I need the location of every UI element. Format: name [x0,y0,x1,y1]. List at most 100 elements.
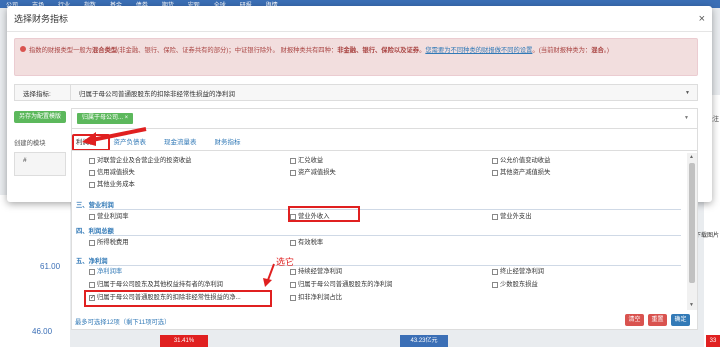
footer-buttons: 清空 重置 确定 [625,314,690,326]
checkbox-label: 公允价值变动收益 [500,157,551,164]
indicator-panel: 归属于母公司... × ▼ 利润表 资产负债表 现金流量表 财务指标 对联营企业… [71,108,698,330]
info-alert: 指数的财报类型一般为混合类型(非金融、银行、保险、证券共有的部分)；中证银行除外… [14,38,698,76]
checkbox[interactable] [492,269,498,275]
checkbox-label: 资产减值损失 [298,169,336,176]
checkbox-label: 营业利润率 [97,213,129,220]
alert-text: 非金融、银行、保险以及证券 [337,47,420,54]
checkbox[interactable] [492,158,498,164]
checkbox-item[interactable]: 净利润率 [89,267,122,277]
checkbox-item[interactable]: 终止经营净利润 [492,267,544,277]
checkbox[interactable] [290,240,296,246]
selection-limit-hint: 最多可选择12项（剩下11项可选） [75,319,171,326]
chart-bar-label: 43.23亿元 [400,335,448,347]
section-divider [89,265,681,266]
checkbox[interactable] [89,170,95,176]
checkbox[interactable] [492,214,498,220]
checkbox-label: 归属于母公司股东及其他权益持有者的净利润 [97,281,223,288]
checkbox[interactable] [89,240,95,246]
tab-cash-flow[interactable]: 现金流量表 [160,137,201,149]
checkbox[interactable] [290,170,296,176]
confirm-button[interactable]: 确定 [671,314,690,326]
checkbox-item[interactable]: 扣非净利润占比 [290,293,342,303]
close-icon[interactable]: × [699,13,705,25]
table-header-hash: # [14,152,66,176]
checkbox-item[interactable]: 营业外支出 [492,212,531,222]
alert-text: (非金融、银行、保险、证券共有的部分)；中证银行除外。 财报种类共有四种： [117,47,338,54]
scroll-up-icon[interactable]: ▲ [689,154,694,160]
checkbox-item[interactable]: 其他资产减值损失 [492,168,550,178]
save-as-template-button[interactable]: 另存为配置模版 [14,111,66,123]
checkbox-label: 对联营企业及合营企业的投资收益 [97,157,192,164]
tab-financial-indicators[interactable]: 财务指标 [211,137,245,149]
checkbox[interactable] [290,269,296,275]
indicator-list: 对联营企业及合营企业的投资收益 汇兑收益 公允价值变动收益 信用减值损失 资产减… [72,152,687,310]
section-divider [89,209,681,210]
checkbox[interactable] [89,282,95,288]
checkbox[interactable] [89,158,95,164]
chevron-down-icon[interactable]: ▼ [684,115,689,121]
checkbox-item[interactable]: 其他业务成本 [89,180,135,190]
checkbox-item[interactable]: 汇兑收益 [290,156,323,166]
chart-bar-label: 31.41% [160,335,208,347]
checkbox-label: 汇兑收益 [298,157,324,164]
section-divider [89,235,681,236]
checkbox-label: 所得税费用 [97,239,129,246]
checkbox[interactable] [89,269,95,275]
background-right-label[interactable]: 下载图片 [695,230,719,239]
annotation-highlight-box [288,206,360,222]
selected-tag[interactable]: 归属于母公司... × [77,113,134,124]
section-title: 四、利润总额 [76,228,114,235]
alert-text: 混合类型 [91,47,118,54]
checkbox-item[interactable]: 归属于母公司股东及其他权益持有者的净利润 [89,280,223,290]
checkbox[interactable] [290,282,296,288]
section-title: 三、营业利润 [76,202,114,209]
chevron-down-icon[interactable]: ▼ [685,90,697,96]
alert-text: 混合 [591,47,604,54]
clear-button[interactable]: 清空 [625,314,644,326]
checkbox-label: 信用减值损失 [97,169,135,176]
checkbox-label: 其他业务成本 [97,181,135,188]
reset-button[interactable]: 重置 [648,314,667,326]
checkbox-item[interactable]: 对联营企业及合营企业的投资收益 [89,156,191,166]
checkbox-item[interactable]: 归属于母公司普通股股东的净利润 [290,280,392,290]
checkbox[interactable] [290,295,296,301]
checkbox[interactable] [290,158,296,164]
checkbox-item[interactable]: 持续经营净利润 [290,267,342,277]
created-modules-label: 创建的模块 [14,140,46,147]
indicator-select[interactable]: 选择指标: 归属于母公司普通股股东的扣除非经常性损益的净利润 ▼ [14,84,698,101]
checkbox-item[interactable]: 资产减值损失 [290,168,336,178]
list-scrollbar[interactable]: ▲ ▼ [687,153,697,310]
annotation-arrow-icon [263,263,275,287]
checkbox[interactable] [89,214,95,220]
checkbox-label: 归属于母公司普通股股东的净利润 [298,281,393,288]
indicator-select-value[interactable]: 归属于母公司普通股股东的扣除非经常性损益的净利润 [71,88,685,98]
checkbox-label: 持续经营净利润 [298,268,343,275]
scroll-thumb[interactable] [689,163,695,283]
alert-text: 指数的财报类型一般为 [29,47,92,54]
chart-axis-tick: 46.00 [32,327,53,336]
checkbox-label: 有效税率 [298,239,324,246]
section-title: 五、净利润 [76,258,108,265]
modal-title: 选择财务指标 [14,14,69,24]
chart-axis-tick: 61.00 [40,262,61,271]
checkbox-item[interactable]: 少数股东损益 [492,280,538,290]
scroll-down-icon[interactable]: ▼ [689,302,694,308]
checkbox-item[interactable]: 有效税率 [290,238,323,248]
checkbox-item[interactable]: 所得税费用 [89,238,128,248]
checkbox[interactable] [492,282,498,288]
checkbox[interactable] [492,170,498,176]
alert-link[interactable]: 您需要为不同种类的财报做不同的设置 [425,47,532,54]
chart-bar-label: 33 [706,335,720,347]
checkbox-item[interactable]: 信用减值损失 [89,168,135,178]
selected-tags-input[interactable]: 归属于母公司... × ▼ [72,109,697,129]
tabs-divider [72,150,697,151]
annotation-arrow-icon [82,127,147,146]
checkbox-item[interactable]: 公允价值变动收益 [492,156,550,166]
alert-icon [20,46,26,52]
checkbox-item[interactable]: 营业利润率 [89,212,128,222]
alert-text: 。(当前财报种类为： [532,47,592,54]
annotation-highlight-box [84,290,272,307]
checkbox[interactable] [89,182,95,188]
checkbox-label: 净利润率 [97,268,123,275]
checkbox-label: 其他资产减值损失 [500,169,551,176]
